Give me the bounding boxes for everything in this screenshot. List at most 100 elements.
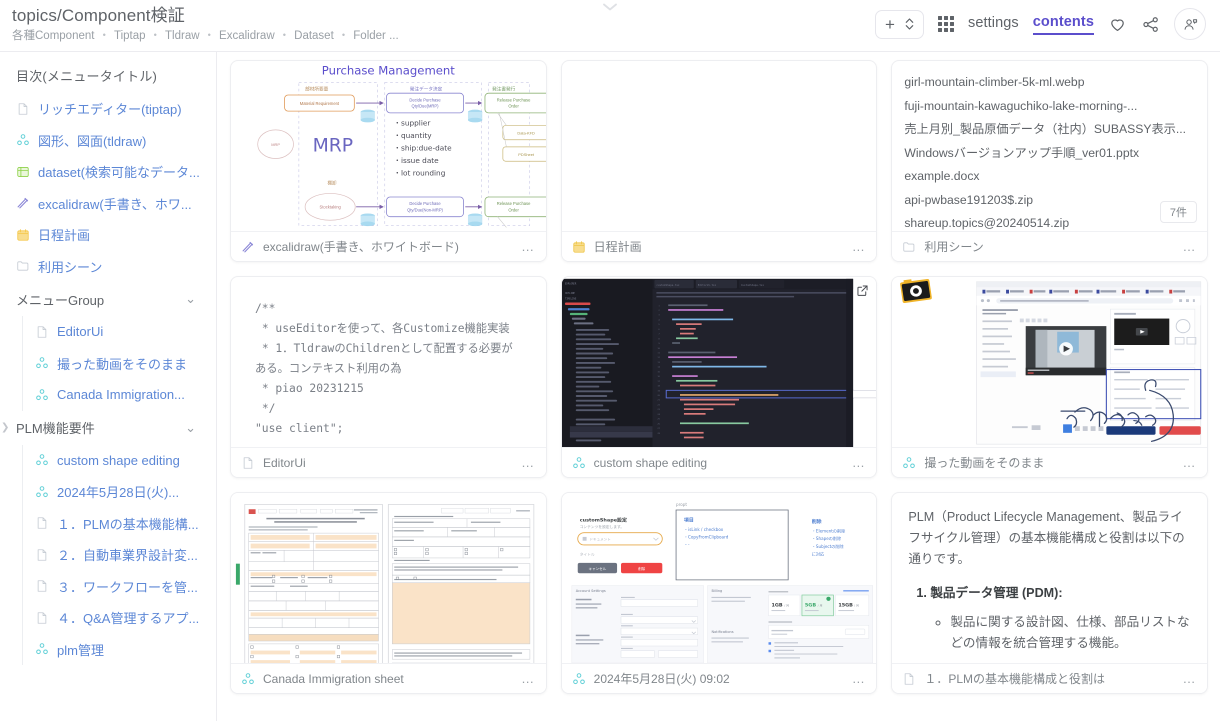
plm-sublist: 製品に関する設計図、仕様、部品リストなどの情報を統合管理する機能。 [950, 612, 1191, 654]
card-footer: excalidraw(手書き、ホワイトボード) … [231, 231, 546, 261]
sidebar-item-0[interactable]: リッチエディター(tiptap) [0, 93, 216, 125]
whiteboard-screenshot: propt customShape設定 コンテンツを設定します。 ドキュメント … [561, 493, 877, 663]
card-thumbnail: PLM（Product Lifecycle Management、製品ライフサイ… [892, 493, 1207, 663]
card-custom-shape-editing[interactable]: customShape.tsx EditorUi.tsx CustomShape.t… [560, 276, 878, 478]
file-list-item[interactable]: api-pwbase191203$.zip [904, 189, 1195, 213]
sidebar-item-0-2[interactable]: Canada Immigration... [23, 379, 216, 411]
tab-settings[interactable]: settings [968, 15, 1019, 34]
sidebar-item-4[interactable]: 日程計画 [0, 219, 216, 251]
sidebar-item-1-3[interactable]: ２．自動車業界設計変... [23, 539, 216, 571]
file-list-item[interactable]: fuji-mountain-kawaguchiko-lake-morning-.… [904, 95, 1195, 119]
breadcrumb-separator: ・ [149, 30, 162, 42]
file-list-item[interactable]: 売上月別_製品原価データ（社内）SUBASSY表示... [904, 118, 1195, 142]
sidebar-item-1[interactable]: 図形、図面(tldraw) [0, 125, 216, 157]
tldraw-icon [36, 485, 48, 497]
file-list-item[interactable]: girl-mountain-climber-5k-ml.webp [904, 71, 1195, 95]
svg-text:部材所要量: 部材所要量 [305, 86, 329, 93]
breadcrumb-item[interactable]: Tldraw [165, 30, 200, 42]
account-button[interactable] [1174, 8, 1206, 40]
card-plm-text[interactable]: PLM（Product Lifecycle Management、製品ライフサイ… [891, 492, 1208, 694]
sidebar-item-label: ４．Q&A管理するアプ... [57, 611, 200, 627]
card-menu-button[interactable]: … [852, 455, 867, 470]
sidebar-item-label: 日程計画 [38, 228, 91, 244]
card-label: 利用シーン [924, 240, 984, 254]
svg-text:Data-KFD: Data-KFD [517, 130, 535, 135]
sidebar-group-1[interactable]: ❯ PLM機能要件 ⌄ [0, 411, 216, 445]
sidebar-item-label: excalidraw(手書き、ホワ... [38, 196, 192, 212]
card-editorui[interactable]: /** * useEditorを使って、各Customize機能実装 * 1．T… [230, 276, 547, 478]
sidebar-item-2[interactable]: dataset(検索可能なデータ... [0, 156, 216, 188]
vscode-screenshot: customShape.tsx EditorUi.tsx CustomShape.t… [561, 277, 877, 447]
tldraw-icon [242, 672, 254, 684]
card-menu-button[interactable]: … [1182, 239, 1197, 254]
sidebar-item-1-6[interactable]: plm管理 [23, 634, 216, 666]
excalidraw-icon [17, 198, 29, 209]
add-content-button[interactable]: + [875, 9, 924, 39]
open-external-button[interactable] [856, 284, 869, 297]
card-excalidraw[interactable]: Purchase Management 部材所要量 発注データ決定 発注書発行 … [230, 60, 547, 262]
file-count-badge: 7件 [1159, 201, 1197, 223]
card-footer: 日程計画 … [561, 231, 877, 261]
sidebar-item-0-1[interactable]: 撮った動画をそのまま [23, 348, 216, 380]
plm-sublist-item: 製品に関する設計図、仕様、部品リストなどの情報を統合管理する機能。 [950, 612, 1191, 654]
sidebar-item-1-2[interactable]: １．PLMの基本機能構... [23, 508, 216, 540]
svg-text:Purchase Management: Purchase Management [322, 63, 456, 77]
sidebar-group-0[interactable]: メニューGroup ⌄ [0, 282, 216, 316]
document-icon [37, 580, 47, 592]
svg-text:Order: Order [508, 104, 519, 109]
card-canada-immigration[interactable]: Canada Immigration sheet … [230, 492, 547, 694]
card-menu-button[interactable]: … [521, 455, 536, 470]
sidebar-item-5[interactable]: 利用シーン [0, 251, 216, 283]
chevron-down-icon[interactable]: ⌄ [185, 420, 196, 436]
card-usecase[interactable]: girl-mountain-climber-5k-ml.webp fuji-mou… [891, 60, 1208, 262]
card-video[interactable]: 撮った動画をそのまま … [891, 276, 1208, 478]
breadcrumb-item[interactable]: Tiptap [114, 30, 146, 42]
document-icon [243, 456, 253, 469]
sidebar-item-0-0[interactable]: EditorUi [23, 316, 216, 348]
favorite-button[interactable] [1108, 15, 1127, 34]
dataset-icon [17, 166, 29, 177]
file-list-item[interactable]: example.docx [904, 165, 1195, 189]
sidebar-item-label: dataset(検索可能なデータ... [38, 165, 200, 181]
diagram-bullet: ・supplier [394, 118, 432, 127]
sidebar-item-label: 図形、図面(tldraw) [38, 133, 147, 149]
card-grid: Purchase Management 部材所要量 発注データ決定 発注書発行 … [230, 60, 1208, 694]
card-menu-button[interactable]: … [521, 239, 536, 254]
card-menu-button[interactable]: … [852, 239, 867, 254]
card-whiteboard[interactable]: propt customShape設定 コンテンツを設定します。 ドキュメント … [560, 492, 878, 694]
card-thumbnail [892, 277, 1207, 447]
sidebar-item-label: ３．ワークフローを管... [57, 579, 198, 595]
breadcrumb-separator: ・ [337, 30, 350, 42]
svg-text:キャンセル: キャンセル [588, 566, 606, 571]
whiteboard-list-item: ・CopyFromClipboard [684, 534, 729, 539]
camera-sticker [900, 278, 933, 303]
expand-arrow-icon: ❯ [1, 422, 10, 433]
chevron-updown-icon[interactable] [905, 17, 914, 31]
card-thumbnail: Purchase Management 部材所要量 発注データ決定 発注書発行 … [231, 61, 546, 231]
sidebar-item-1-5[interactable]: ４．Q&A管理するアプ... [23, 602, 216, 634]
folder-icon [903, 241, 915, 252]
sidebar-item-label: 2024年5月28日(火)... [57, 485, 180, 501]
chevron-down-icon[interactable]: ⌄ [185, 291, 196, 307]
sidebar-item-1-0[interactable]: custom shape editing [23, 445, 216, 477]
breadcrumb-item[interactable]: Excalidraw [219, 30, 275, 42]
grid-view-button[interactable] [937, 16, 954, 32]
breadcrumb-item[interactable]: Folder ... [353, 30, 398, 42]
whiteboard-list-item: ・- [684, 542, 690, 547]
file-list-item[interactable]: shareup.topics@20240514.zip [904, 212, 1195, 231]
card-menu-button[interactable]: … [852, 671, 867, 686]
sidebar-item-1-4[interactable]: ３．ワークフローを管... [23, 571, 216, 603]
card-menu-button[interactable]: … [1182, 671, 1197, 686]
card-menu-button[interactable]: … [1182, 455, 1197, 470]
card-schedule[interactable]: 日程計画 … [560, 60, 878, 262]
panel-collapse-handle[interactable] [596, 0, 624, 14]
card-menu-button[interactable]: … [521, 671, 536, 686]
sidebar-item-3[interactable]: excalidraw(手書き、ホワ... [0, 188, 216, 220]
breadcrumb-item[interactable]: 各種Component [12, 30, 94, 42]
svg-text:15GB: 15GB [838, 602, 853, 608]
breadcrumb-item[interactable]: Dataset [294, 30, 334, 42]
share-button[interactable] [1141, 15, 1160, 34]
sidebar-item-1-1[interactable]: 2024年5月28日(火)... [23, 476, 216, 508]
tab-contents[interactable]: contents [1032, 14, 1094, 35]
file-list-item[interactable]: Windowsバージョンアップ手順_ver01.pptx [904, 142, 1195, 166]
